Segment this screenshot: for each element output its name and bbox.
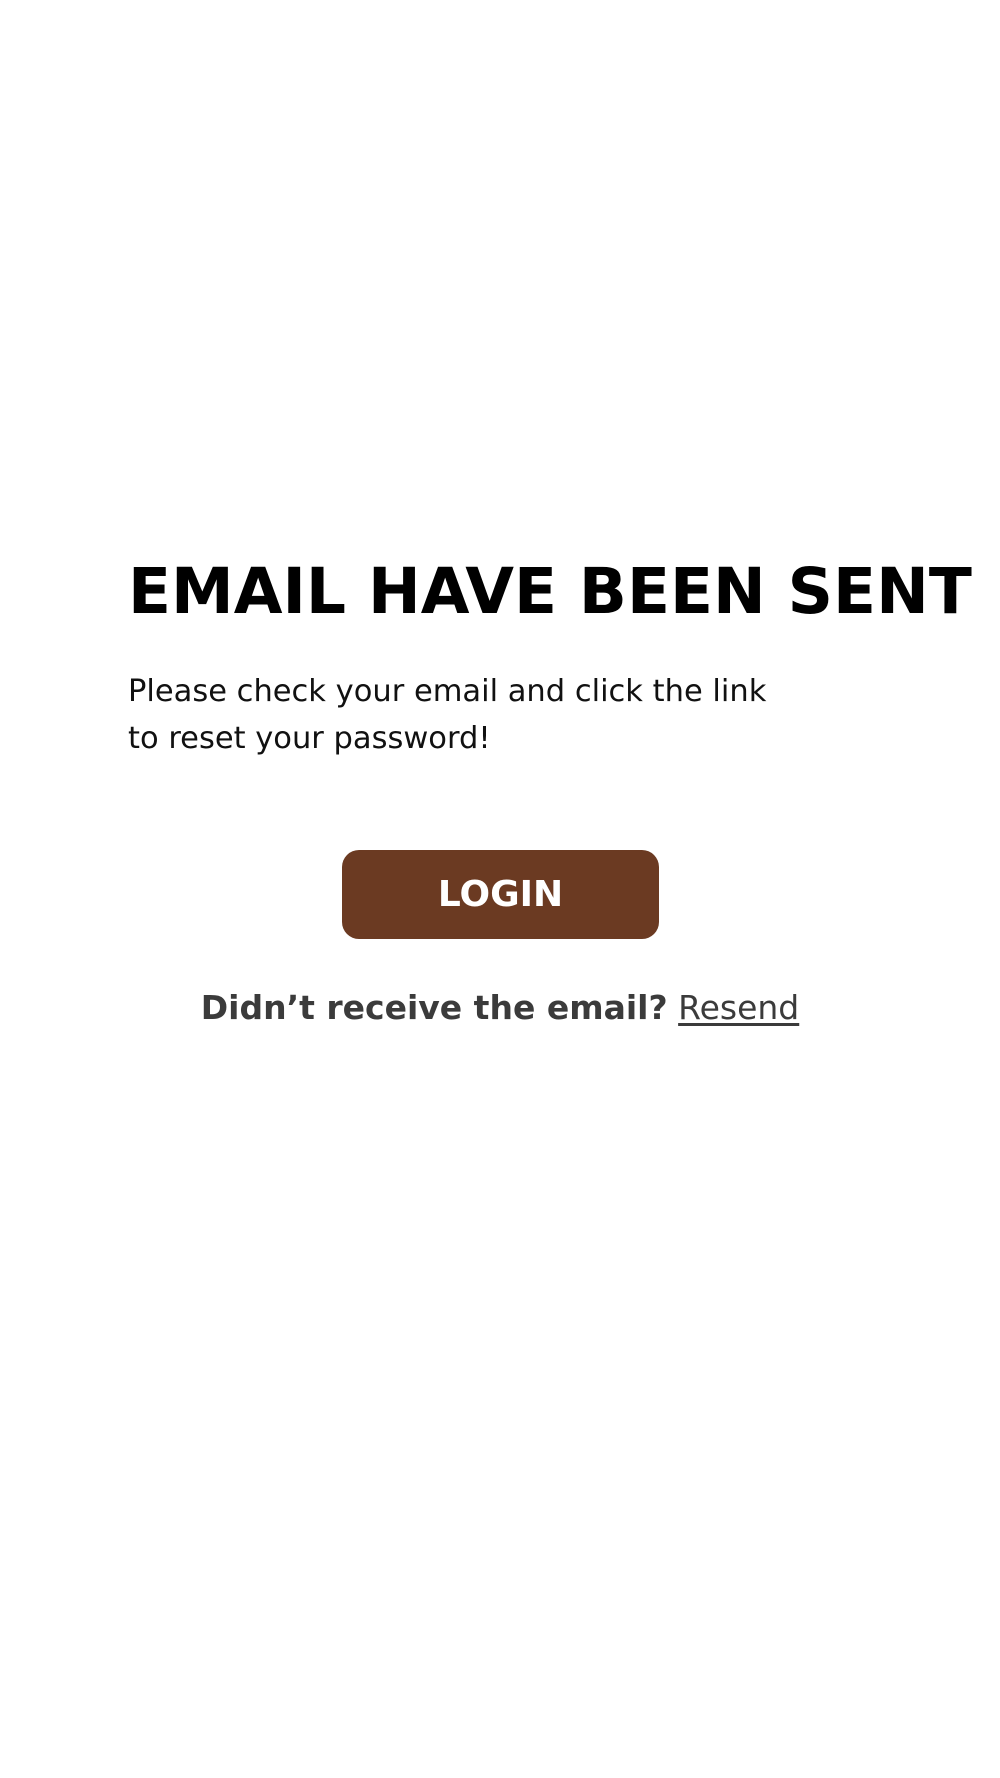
login-button[interactable]: LOGIN — [342, 850, 659, 939]
email-sent-screen: EMAIL HAVE BEEN SENT Please check your e… — [0, 0, 1000, 1778]
resend-prompt: Didn’t receive the email? — [200, 988, 668, 1027]
instruction-message-line-1: Please check your email and click the li… — [128, 674, 767, 709]
page-title: EMAIL HAVE BEEN SENT — [128, 555, 972, 628]
resend-row: Didn’t receive the email? Resend — [0, 983, 1000, 1033]
resend-link[interactable]: Resend — [678, 988, 799, 1027]
instruction-message-line-2: to reset your password! — [128, 721, 491, 756]
instruction-message: Please check your email and click the li… — [128, 668, 788, 762]
